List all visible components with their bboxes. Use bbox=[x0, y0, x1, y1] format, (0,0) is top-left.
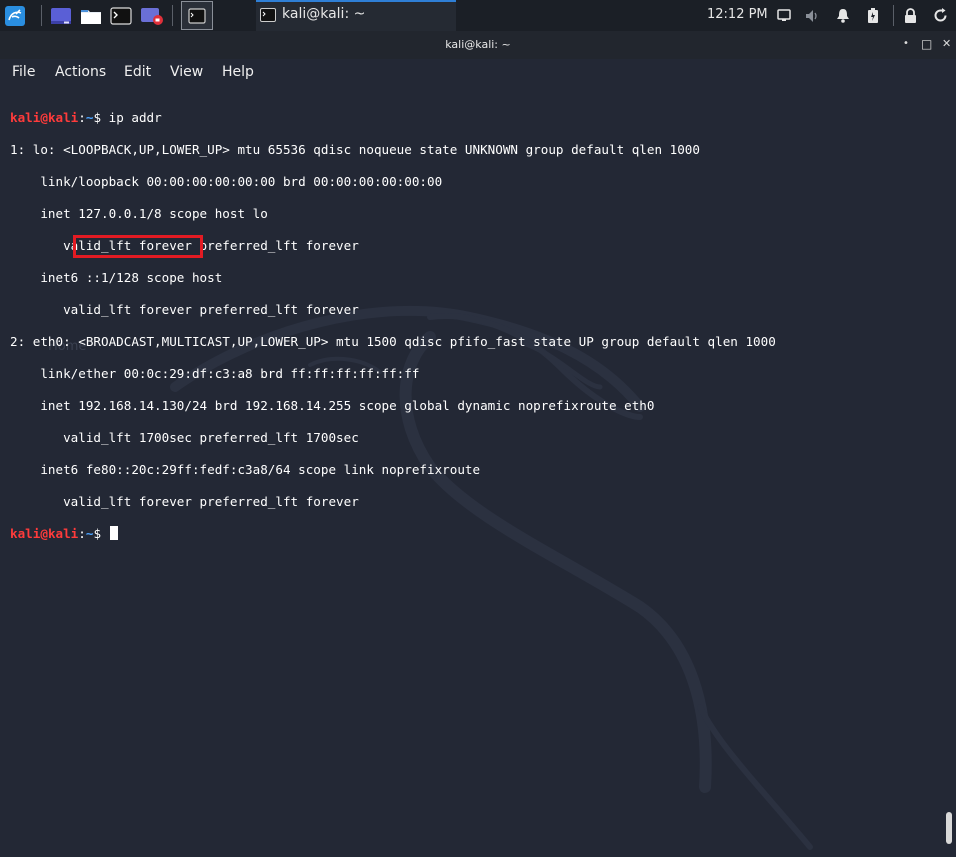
window-title: kali@kali: ~ bbox=[445, 38, 511, 51]
display-icon[interactable] bbox=[775, 2, 793, 29]
screen-recorder-icon[interactable] bbox=[139, 2, 165, 29]
file-manager-icon[interactable] bbox=[79, 2, 103, 29]
prompt-colon: : bbox=[78, 110, 86, 125]
top-panel: kali@kali: ~ 12:12 PM bbox=[0, 0, 956, 31]
desktop-icon[interactable] bbox=[49, 2, 73, 29]
minimize-button[interactable]: • bbox=[903, 36, 909, 52]
taskbar-window-title: kali@kali: ~ bbox=[282, 6, 366, 22]
prompt-user: kali bbox=[10, 110, 41, 125]
clock[interactable]: 12:12 PM bbox=[707, 7, 768, 22]
output-line: valid_lft forever preferred_lft forever bbox=[10, 494, 359, 509]
menu-file[interactable]: File bbox=[12, 64, 35, 80]
battery-icon[interactable] bbox=[864, 2, 882, 29]
workspace-icon bbox=[188, 7, 206, 24]
maximize-button[interactable]: □ bbox=[921, 36, 932, 52]
window-titlebar[interactable]: kali@kali: ~ • □ ✕ bbox=[0, 31, 956, 59]
terminal-window-icon bbox=[260, 8, 276, 22]
terminal-icon[interactable] bbox=[109, 2, 133, 29]
menu-bar: File Actions Edit View Help bbox=[0, 59, 956, 87]
prompt-dollar: $ bbox=[93, 526, 102, 541]
output-line: valid_lft 1700sec preferred_lft 1700sec bbox=[10, 430, 359, 445]
prompt-at: @ bbox=[40, 110, 48, 125]
ip-highlight-box bbox=[73, 235, 203, 258]
prompt-line[interactable]: kali@kali:~$ bbox=[10, 526, 776, 542]
command-line: kali@kali:~$ ip addr bbox=[10, 110, 776, 126]
prompt-host: kali bbox=[47, 526, 79, 541]
output-line: inet6 fe80::20c:29ff:fedf:c3a8/64 scope … bbox=[10, 462, 481, 477]
close-button[interactable]: ✕ bbox=[942, 36, 951, 52]
output-line: 1: lo: <LOOPBACK,UP,LOWER_UP> mtu 65536 … bbox=[10, 142, 700, 157]
prompt-colon: : bbox=[78, 526, 86, 541]
panel-separator bbox=[41, 5, 42, 26]
prompt-dollar: $ bbox=[93, 110, 102, 125]
kali-menu-icon[interactable] bbox=[2, 2, 28, 29]
command-text: ip addr bbox=[101, 110, 162, 125]
power-icon[interactable] bbox=[930, 2, 950, 29]
output-line: link/ether 00:0c:29:df:c3:a8 brd ff:ff:f… bbox=[10, 366, 420, 381]
prompt-at: @ bbox=[40, 526, 48, 541]
menu-view[interactable]: View bbox=[170, 64, 203, 80]
output-line: inet 192.168.14.130/24 brd 192.168.14.25… bbox=[10, 398, 655, 413]
panel-separator bbox=[893, 5, 894, 26]
menu-help[interactable]: Help bbox=[222, 64, 254, 80]
panel-separator bbox=[172, 5, 173, 26]
terminal-area[interactable]: Home kali@kali:~$ ip addr 1: lo: <LOOPBA… bbox=[0, 87, 956, 857]
output-line: inet 127.0.0.1/8 scope host lo bbox=[10, 206, 268, 221]
menu-actions[interactable]: Actions bbox=[55, 64, 106, 80]
menu-edit[interactable]: Edit bbox=[124, 64, 151, 80]
output-line: link/loopback 00:00:00:00:00:00 brd 00:0… bbox=[10, 174, 443, 189]
prompt-host: kali bbox=[47, 110, 79, 125]
text-cursor bbox=[109, 526, 118, 540]
notifications-icon[interactable] bbox=[834, 2, 852, 29]
output-line: 2: eth0: <BROADCAST,MULTICAST,UP,LOWER_U… bbox=[10, 334, 776, 349]
output-line: valid_lft forever preferred_lft forever bbox=[10, 302, 359, 317]
output-line: inet6 ::1/128 scope host bbox=[10, 270, 223, 285]
terminal-output: kali@kali:~$ ip addr 1: lo: <LOOPBACK,UP… bbox=[10, 94, 776, 574]
prompt-user: kali bbox=[10, 526, 41, 541]
volume-icon[interactable] bbox=[804, 2, 822, 29]
lock-icon[interactable] bbox=[901, 2, 919, 29]
workspace-switcher[interactable] bbox=[181, 1, 213, 30]
